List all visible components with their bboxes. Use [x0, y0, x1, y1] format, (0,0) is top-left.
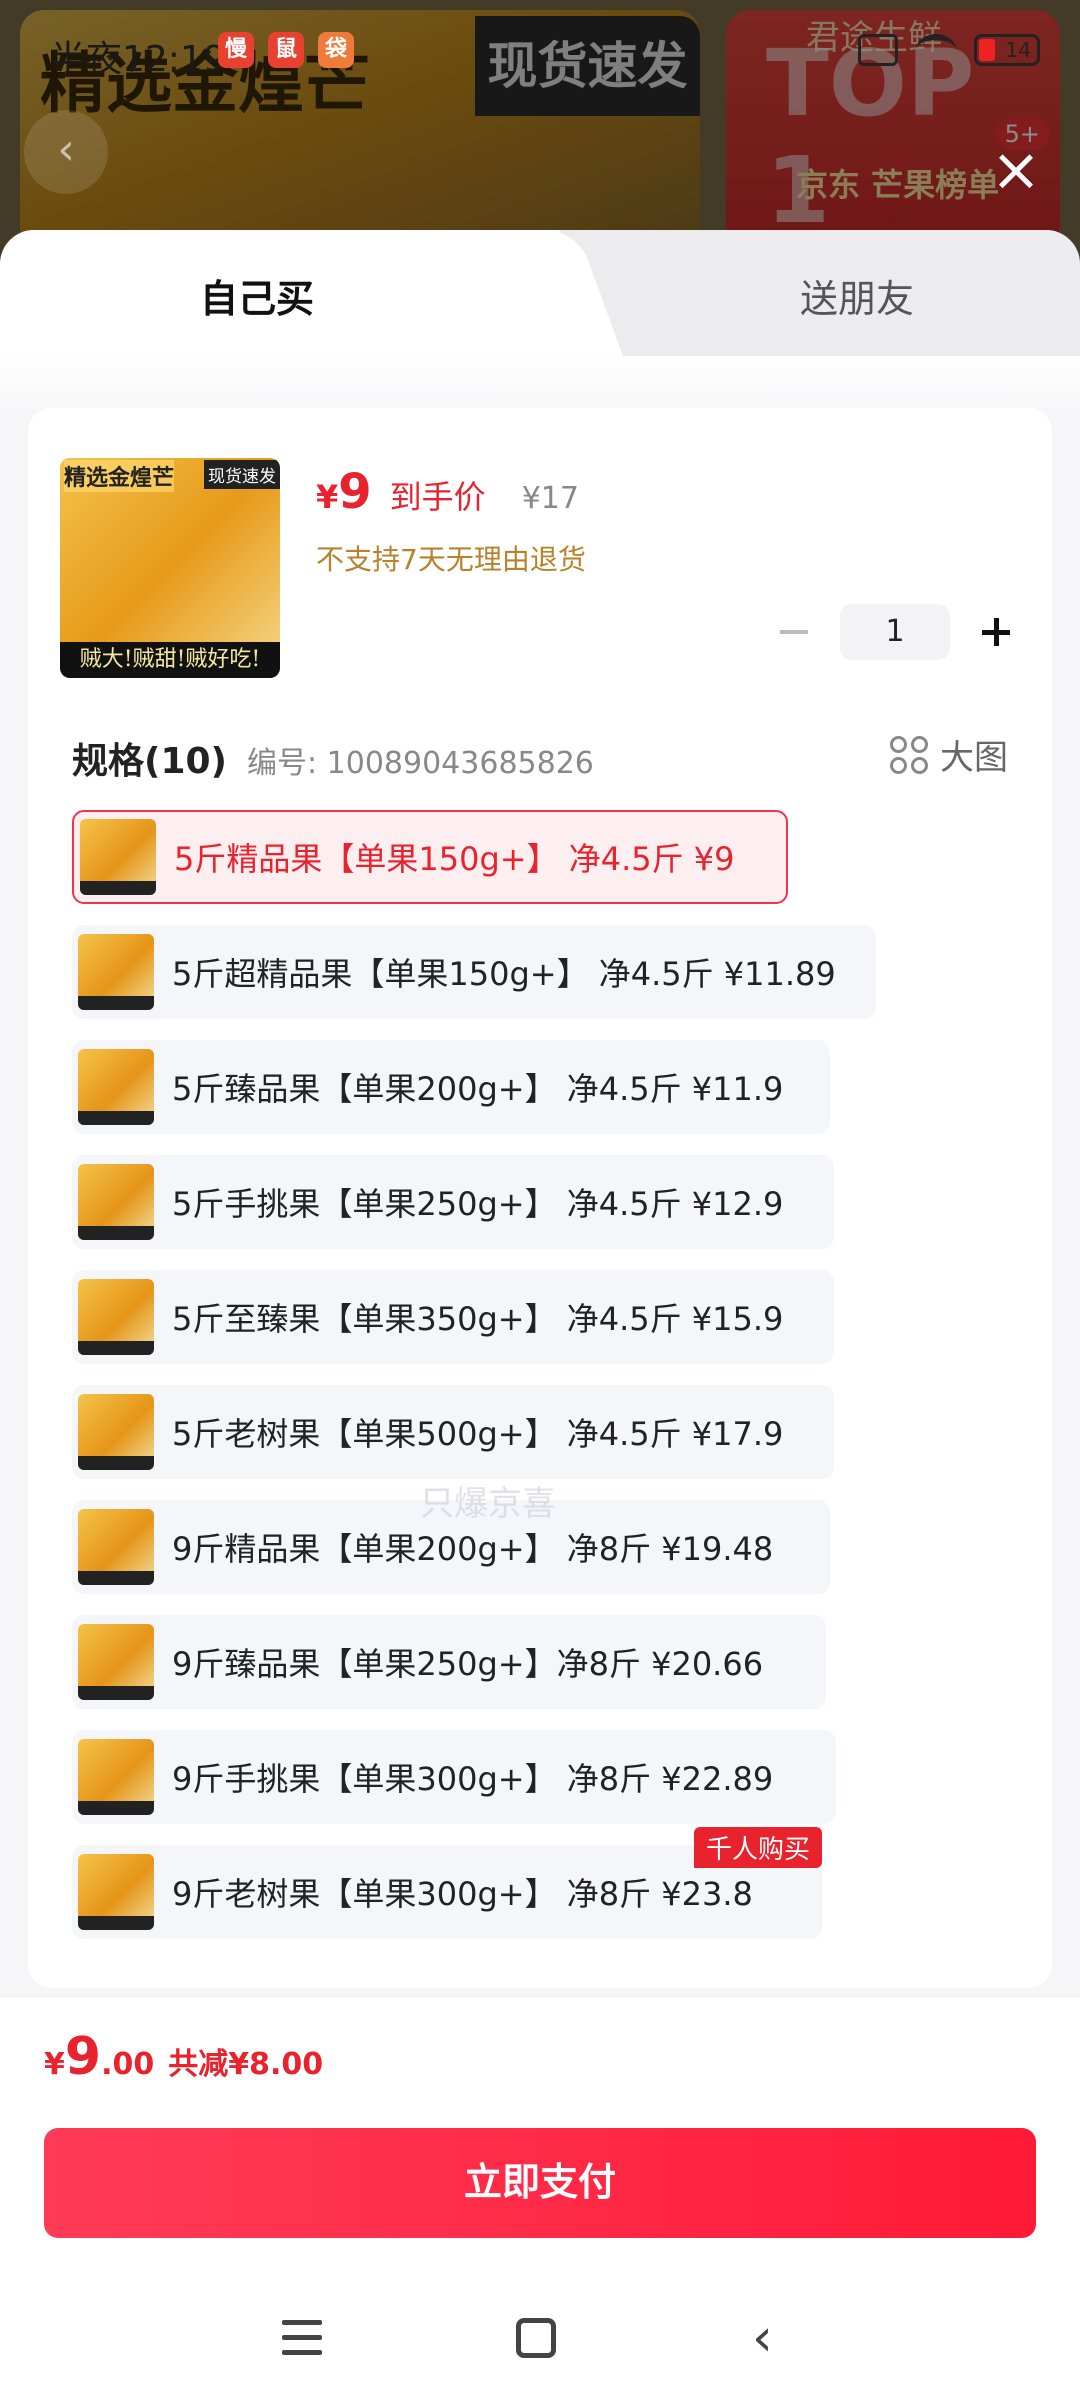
- option-thumbnail: [78, 1739, 154, 1815]
- product-code: 编号: 10089043685826: [247, 746, 594, 781]
- spec-title: 规格(10): [72, 741, 228, 782]
- option-thumbnail: [78, 1624, 154, 1700]
- system-nav-bar: ‹: [0, 2290, 1080, 2400]
- sim-icon: [858, 34, 898, 66]
- spec-option[interactable]: 9斤手挑果【单果300g+】 净8斤 ¥22.89: [72, 1730, 836, 1824]
- purchase-tabs: 送朋友 自己买: [0, 230, 1080, 356]
- product-image-title: 精选金煌芒: [64, 460, 175, 492]
- product-image-tag: 现货速发: [204, 460, 280, 489]
- option-thumbnail: [78, 1279, 154, 1355]
- home-icon[interactable]: [516, 2318, 556, 2358]
- quantity-stepper: 1: [774, 604, 1016, 660]
- option-label: 9斤臻品果【单果250g+】净8斤 ¥20.66: [172, 1645, 764, 1683]
- big-image-toggle[interactable]: 大图: [890, 730, 1008, 779]
- tab-gift-friend[interactable]: 送朋友: [560, 230, 1080, 356]
- order-summary: ¥ 9 .00 共减¥8.00: [0, 1996, 1080, 2116]
- option-thumbnail: [78, 1854, 154, 1930]
- sheet-body: 精选金煌芒 现货速发 贼大!贼甜!贼好吃! ¥ 9 到手价 ¥17 不支持7天无…: [0, 356, 1080, 1996]
- option-thumbnail: [78, 934, 154, 1010]
- option-thumbnail: [78, 1164, 154, 1240]
- spec-option[interactable]: 5斤至臻果【单果350g+】 净4.5斤 ¥15.9: [72, 1270, 834, 1364]
- quantity-input[interactable]: 1: [840, 604, 950, 660]
- pay-area: 立即支付 ‹: [0, 2116, 1080, 2400]
- spec-options: 5斤精品果【单果150g+】 净4.5斤 ¥9 5斤超精品果【单果150g+】 …: [72, 810, 1032, 1960]
- original-price: ¥17: [521, 481, 579, 516]
- option-label: 5斤手挑果【单果250g+】 净4.5斤 ¥12.9: [172, 1185, 784, 1223]
- option-label: 9斤精品果【单果200g+】 净8斤 ¥19.48: [172, 1530, 774, 1568]
- price-row: ¥ 9 到手价 ¥17: [316, 464, 579, 520]
- option-thumbnail: [78, 1049, 154, 1125]
- option-label: 9斤老树果【单果300g+】 净8斤 ¥23.8: [172, 1875, 753, 1913]
- total-currency: ¥: [44, 2047, 65, 2082]
- option-label: 9斤手挑果【单果300g+】 净8斤 ¥22.89: [172, 1760, 774, 1798]
- wifi-icon: [916, 34, 956, 66]
- spec-option[interactable]: 5斤老树果【单果500g+】 净4.5斤 ¥17.9: [72, 1385, 834, 1479]
- spec-header: 规格(10) 编号: 10089043685826: [72, 732, 594, 784]
- chevron-left-icon[interactable]: ‹: [24, 110, 108, 194]
- menu-icon[interactable]: [282, 2320, 322, 2360]
- return-policy: 不支持7天无理由退货: [316, 543, 586, 576]
- tab-label: 自己买: [200, 277, 315, 321]
- spec-option[interactable]: 9斤老树果【单果300g+】 净8斤 ¥23.8 千人购买: [72, 1827, 822, 1939]
- spec-option[interactable]: 5斤臻品果【单果200g+】 净4.5斤 ¥11.9: [72, 1040, 830, 1134]
- spec-option[interactable]: 5斤手挑果【单果250g+】 净4.5斤 ¥12.9: [72, 1155, 834, 1249]
- battery-icon: 14: [974, 34, 1040, 66]
- watermark: 只爆京喜: [420, 1484, 556, 1524]
- option-label: 5斤老树果【单果500g+】 净4.5斤 ¥17.9: [172, 1415, 784, 1453]
- option-thumbnail: [78, 1509, 154, 1585]
- discount-text: 共减¥8.00: [168, 2047, 324, 2082]
- tab-label: 送朋友: [800, 277, 915, 321]
- pay-now-button[interactable]: 立即支付: [44, 2128, 1036, 2238]
- plus-icon[interactable]: [976, 612, 1016, 652]
- purchase-sheet: 送朋友 自己买 精选金煌芒 现货速发 贼大!贼甜!贼好吃! ¥ 9 到手价 ¥1…: [0, 230, 1080, 2400]
- final-price: 9: [338, 464, 372, 520]
- tab-buy-self[interactable]: 自己买: [0, 230, 560, 356]
- total-decimal: .00: [101, 2047, 155, 2082]
- option-thumbnail: [80, 819, 156, 895]
- app-notification-icon: 鼠: [268, 32, 304, 68]
- status-time: 半夜12:19: [50, 39, 226, 80]
- price-label: 到手价: [389, 478, 486, 516]
- spec-option[interactable]: 5斤超精品果【单果150g+】 净4.5斤 ¥11.89: [72, 925, 876, 1019]
- grid-icon: [890, 735, 928, 774]
- minus-icon[interactable]: [774, 612, 814, 652]
- option-label: 5斤超精品果【单果150g+】 净4.5斤 ¥11.89: [172, 955, 836, 993]
- big-image-label: 大图: [940, 738, 1008, 778]
- option-thumbnail: [78, 1394, 154, 1470]
- spec-option[interactable]: 5斤精品果【单果150g+】 净4.5斤 ¥9: [72, 810, 788, 904]
- currency-symbol: ¥: [316, 478, 339, 516]
- option-label: 5斤至臻果【单果350g+】 净4.5斤 ¥15.9: [172, 1300, 784, 1338]
- product-image-caption: 贼大!贼甜!贼好吃!: [60, 642, 280, 678]
- status-indicators: 14: [858, 34, 1040, 66]
- close-icon[interactable]: ×: [986, 140, 1046, 200]
- spec-option[interactable]: 9斤臻品果【单果250g+】净8斤 ¥20.66: [72, 1615, 826, 1709]
- option-label: 5斤臻品果【单果200g+】 净4.5斤 ¥11.9: [172, 1070, 784, 1108]
- total-price: ¥ 9 .00 共减¥8.00: [44, 2027, 323, 2087]
- total-integer: 9: [64, 2027, 102, 2087]
- app-notification-icon: 袋: [318, 32, 354, 68]
- product-card: 精选金煌芒 现货速发 贼大!贼甜!贼好吃! ¥ 9 到手价 ¥17 不支持7天无…: [28, 408, 1052, 1988]
- option-label: 5斤精品果【单果150g+】 净4.5斤 ¥9: [174, 840, 735, 878]
- app-notification-icon: 慢: [218, 32, 254, 68]
- popular-tag: 千人购买: [693, 1827, 822, 1868]
- product-image[interactable]: 精选金煌芒 现货速发 贼大!贼甜!贼好吃!: [60, 458, 280, 678]
- status-bar: 半夜12:19 慢 鼠 袋 14: [0, 0, 1080, 100]
- back-icon[interactable]: ‹: [752, 2312, 773, 2364]
